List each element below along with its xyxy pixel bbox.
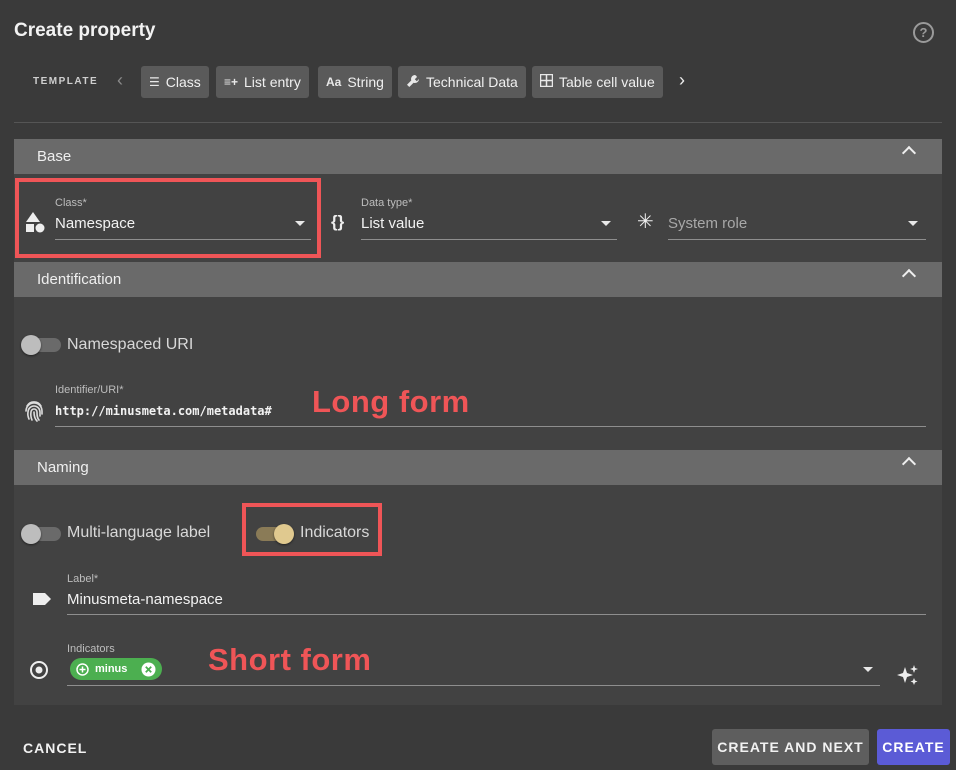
wrench-icon [406,74,420,91]
close-icon[interactable] [141,662,156,677]
identifier-label: Identifier/URI* [55,384,124,396]
label-field[interactable]: Minusmeta-namespace [67,591,223,608]
indicators-field-label: Indicators [67,643,115,655]
template-chip-label: Table cell value [559,74,655,90]
template-chip-label: List entry [244,74,301,90]
section-title: Identification [37,271,122,288]
class-list-icon: ☰ [149,75,160,89]
multi-language-label: Multi-language label [67,524,211,541]
chevron-right-icon[interactable]: › [679,70,685,91]
data-type-value[interactable]: List value [361,215,424,232]
template-chip-class[interactable]: ☰ Class [141,66,209,98]
cancel-button[interactable]: CANCEL [23,740,87,756]
chevron-up-icon[interactable] [901,268,917,284]
create-button[interactable]: CREATE [877,729,950,765]
system-role-field[interactable]: System role [668,215,747,232]
help-icon[interactable]: ? [913,22,934,43]
braces-icon: {} [331,212,345,231]
list-add-icon: ≡+ [224,75,239,89]
class-field-underline [55,239,311,240]
indicator-chip[interactable]: minus [70,658,162,680]
multi-language-toggle[interactable] [21,524,41,544]
template-chip-list-entry[interactable]: ≡+ List entry [216,66,309,98]
shapes-icon [25,212,45,239]
sparkles-icon[interactable] [896,663,920,692]
chevron-down-icon[interactable] [601,221,611,226]
chevron-left-icon[interactable]: ‹ [117,70,123,91]
chevron-down-icon[interactable] [908,221,918,226]
indicators-toggle[interactable] [274,524,294,544]
template-chip-table-cell-value[interactable]: Table cell value [532,66,663,98]
annotation-long-form: Long form [312,384,470,419]
class-field-label: Class* [55,197,87,209]
template-chip-label: Class [165,74,201,90]
indicators-toggle-label: Indicators [300,524,370,541]
template-label: TEMPLATE [33,76,99,87]
section-title: Naming [37,459,89,476]
dialog-title: Create property [14,20,156,41]
section-header-naming[interactable]: Naming [14,450,942,485]
chevron-down-icon[interactable] [295,221,305,226]
section-header-base[interactable]: Base [14,139,942,174]
fingerprint-icon [24,400,44,427]
identifier-underline [55,426,926,427]
text-aa-icon: Aa [326,75,342,89]
label-field-underline [67,614,926,615]
indicator-chip-label: minus [95,663,128,675]
data-type-underline [361,239,617,240]
annotation-short-form: Short form [208,642,372,677]
chevron-up-icon[interactable] [901,145,917,161]
class-field-value[interactable]: Namespace [55,215,135,232]
section-header-identification[interactable]: Identification [14,262,942,297]
template-chip-label: Technical Data [426,74,518,90]
system-role-underline [668,239,926,240]
section-title: Base [37,148,72,165]
chevron-up-icon[interactable] [901,456,917,472]
divider [14,122,942,123]
plus-circle-icon [76,662,89,676]
chevron-down-icon[interactable] [863,667,873,672]
identifier-field[interactable]: http://minusmeta.com/metadata# [55,404,272,418]
namespaced-uri-toggle[interactable] [21,335,41,355]
create-and-next-button[interactable]: CREATE AND NEXT [712,729,869,765]
target-icon [29,660,49,685]
table-icon [539,73,554,90]
template-chip-string[interactable]: Aa String [318,66,392,98]
tag-icon [32,592,52,611]
template-chip-label: String [347,74,384,90]
template-chip-technical-data[interactable]: Technical Data [398,66,526,98]
label-field-label: Label* [67,573,99,585]
data-type-label: Data type* [361,197,413,209]
asterisk-icon: ✳ [637,211,654,233]
indicators-field-underline [67,685,880,686]
namespaced-uri-label: Namespaced URI [67,336,194,353]
